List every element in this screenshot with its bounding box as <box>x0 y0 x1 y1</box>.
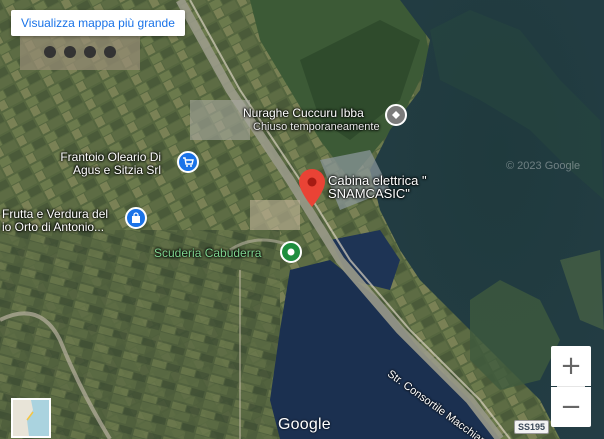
monument-icon <box>392 111 400 119</box>
shop-pin-icon[interactable] <box>125 207 147 229</box>
poi-label-frantoio[interactable]: Frantoio Oleario Di Agus e Sitzia Srl <box>57 151 161 177</box>
imagery-copyright: © 2023 Google <box>506 160 581 172</box>
map-thumbnail-icon <box>13 400 49 436</box>
zoom-out-button[interactable]: − <box>551 387 591 427</box>
dot-icon <box>287 248 295 256</box>
poi-name: Frutta e Verdura del <box>2 207 109 221</box>
poi-name: Frantoio Oleario Di <box>60 150 162 164</box>
poi-name-line2: io Orto di Antonio... <box>2 220 105 234</box>
google-logo: Google <box>278 416 331 433</box>
poi-name-line2: Agus e Sitzia Srl <box>73 163 162 177</box>
map-type-toggle[interactable] <box>11 398 51 438</box>
park-pin-icon[interactable] <box>280 241 302 263</box>
road-shield-ss195: SS195 <box>514 420 550 434</box>
selected-location-pin-icon[interactable] <box>299 169 325 207</box>
landmark-pin-icon[interactable] <box>385 104 407 126</box>
poi-name: Nuraghe Cuccuru Ibba <box>243 106 364 120</box>
poi-label-scuderia[interactable]: Scuderia Cabuderra <box>154 247 261 260</box>
poi-status: Chiuso temporaneamente <box>253 121 380 133</box>
poi-label-frutta[interactable]: Frutta e Verdura del io Orto di Antonio.… <box>2 208 108 234</box>
cart-icon <box>183 157 194 167</box>
poi-label-cabina[interactable]: Cabina elettrica " SNAMCASIC" <box>328 174 427 200</box>
map-view[interactable]: Visualizza mappa più grande Nuraghe Cucc… <box>0 0 604 439</box>
shopping-bag-icon <box>132 212 140 223</box>
zoom-in-button[interactable]: + <box>551 346 591 386</box>
larger-map-link[interactable]: Visualizza mappa più grande <box>11 10 185 36</box>
poi-label-nuraghe[interactable]: Nuraghe Cuccuru Ibba Chiuso temporaneame… <box>243 107 380 134</box>
shop-pin-icon[interactable] <box>177 151 199 173</box>
poi-name-line2: SNAMCASIC" <box>328 186 410 201</box>
